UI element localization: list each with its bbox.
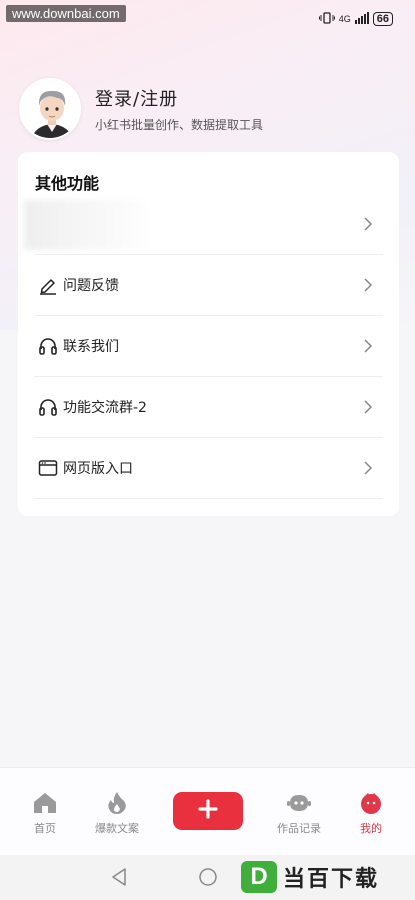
list-item-label: 功能交流群-2 — [63, 400, 147, 416]
bottom-tab-bar: 首页 爆款文案 作品记录 我的 — [0, 767, 415, 855]
robot-face-icon — [264, 790, 334, 816]
avatar[interactable] — [19, 78, 81, 140]
plus-icon — [198, 799, 218, 823]
tab-works-record[interactable]: 作品记录 — [264, 790, 334, 836]
system-nav-bar: D 当百下载 — [0, 855, 415, 900]
brand-badge: D — [241, 861, 277, 893]
home-circle-icon[interactable] — [198, 867, 218, 891]
vibrate-icon — [318, 12, 335, 26]
tab-label: 首页 — [34, 822, 56, 835]
chevron-right-icon — [363, 277, 373, 297]
login-register-link[interactable]: 登录/注册 — [95, 85, 263, 111]
user-face-icon — [336, 790, 406, 816]
tab-mine[interactable]: 我的 — [336, 790, 406, 836]
list-item-blurred[interactable] — [24, 194, 383, 255]
watermark: www.downbai.com — [6, 5, 126, 22]
battery-indicator: 66 — [372, 12, 393, 26]
tab-label: 我的 — [360, 822, 382, 835]
list-item-label: 网页版入口 — [63, 461, 133, 477]
browser-window-icon — [37, 457, 59, 479]
headset-icon — [37, 396, 59, 418]
flame-icon — [82, 790, 152, 816]
blurred-content — [24, 200, 144, 250]
signal-icon — [354, 12, 369, 26]
create-button[interactable] — [173, 792, 243, 830]
downbai-logo: D 当百下载 — [241, 858, 411, 896]
tab-hot-copy[interactable]: 爆款文案 — [82, 790, 152, 836]
tab-home[interactable]: 首页 — [10, 790, 80, 836]
list-item-group-chat[interactable]: 功能交流群-2 — [34, 377, 383, 438]
chevron-right-icon — [363, 338, 373, 358]
card-title: 其他功能 — [35, 174, 100, 193]
list-item-label: 联系我们 — [63, 339, 119, 355]
list-item-web-version[interactable]: 网页版入口 — [34, 438, 383, 499]
list-item-contact-us[interactable]: 联系我们 — [34, 316, 383, 377]
back-triangle-icon[interactable] — [110, 867, 128, 891]
tab-label: 作品记录 — [277, 822, 321, 835]
brand-text: 当百下载 — [283, 867, 380, 892]
home-icon — [10, 790, 80, 816]
tab-label: 爆款文案 — [95, 822, 139, 835]
other-functions-card: 其他功能 问题反馈 联系我们 功能交流群-2 网页版入口 — [18, 152, 399, 516]
headset-icon — [37, 335, 59, 357]
list-item-feedback[interactable]: 问题反馈 — [34, 255, 383, 316]
network-label: 4G — [338, 14, 351, 24]
list-item-label: 问题反馈 — [63, 278, 119, 294]
profile-header[interactable]: 登录/注册 小红书批量创作、数据提取工具 — [19, 78, 263, 140]
chevron-right-icon — [363, 460, 373, 480]
chevron-right-icon — [363, 399, 373, 419]
status-bar-right: 4G 66 — [318, 12, 393, 26]
chevron-right-icon — [363, 216, 373, 236]
pencil-icon — [37, 274, 59, 296]
app-tagline: 小红书批量创作、数据提取工具 — [95, 118, 264, 132]
